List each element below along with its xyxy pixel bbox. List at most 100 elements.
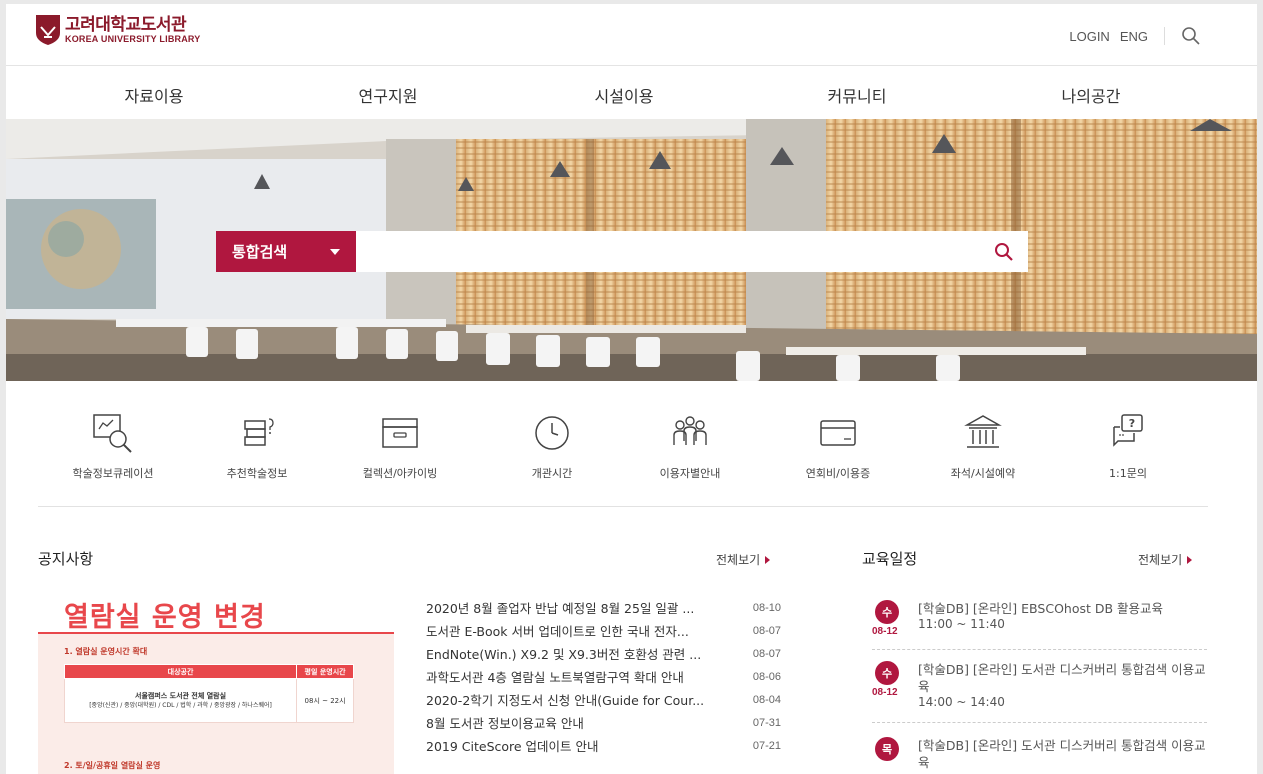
search-scope-dropdown[interactable]: 통합검색 (216, 231, 356, 272)
list-item[interactable]: 8월 도서관 정보이용교육 안내 07-31 (426, 711, 781, 734)
quick-inquiry-label: 1:1문의 (1109, 467, 1147, 480)
quick-inquiry[interactable]: ? 1:1문의 (1063, 411, 1193, 481)
search-input[interactable] (356, 231, 1028, 272)
language-link[interactable]: ENG (1120, 29, 1148, 44)
logo-english-text: KOREA UNIVERSITY LIBRARY (65, 33, 201, 44)
quick-hours[interactable]: 개관시간 (487, 411, 617, 481)
search-scope-label: 통합검색 (232, 243, 288, 261)
quick-user-guide[interactable]: 이용자별안내 (625, 411, 755, 481)
banner-place-cell: 서울캠퍼스 도서관 전체 열람실 [중앙(신관) / 중앙(대학원) / CDL… (63, 678, 298, 723)
day-badge: 목 (875, 737, 899, 761)
banner-col-hours: 평일 운영시간 (296, 664, 354, 679)
notice-title: EndNote(Win.) X9.2 및 X9.3버전 호환성 관련 ... (426, 647, 702, 662)
list-item[interactable]: 목 [학술DB] [온라인] 도서관 디스커버리 통합검색 이용교육 (872, 723, 1207, 774)
library-logo[interactable]: 고려대학교도서관 KOREA UNIVERSITY LIBRARY (36, 15, 200, 45)
banner-col-space: 대상공간 (63, 664, 298, 679)
triangle-right-icon (1187, 555, 1193, 564)
nav-item-facilities[interactable]: 시설이용 (595, 83, 654, 107)
list-item[interactable]: 도서관 E-Book 서버 업데이트로 인한 국내 전자... 08-07 (426, 619, 781, 642)
curation-icon (93, 414, 132, 453)
quick-reservation[interactable]: 좌석/시설예약 (918, 411, 1048, 481)
nav-item-research[interactable]: 연구지원 (359, 83, 418, 107)
list-item[interactable]: EndNote(Win.) X9.2 및 X9.3버전 호환성 관련 ... 08… (426, 642, 781, 665)
banner-place: 서울캠퍼스 도서관 전체 열람실 (135, 691, 227, 700)
event-time: 14:00 ~ 14:40 (918, 695, 1005, 709)
list-item[interactable]: 수 08-12 [학술DB] [온라인] 도서관 디스커버리 통합검색 이용교육… (872, 650, 1207, 723)
quick-recommended[interactable]: 추천학술정보 (192, 411, 322, 481)
list-item[interactable]: 2020-2학기 지정도서 신청 안내(Guide for Cour... 08-… (426, 688, 781, 711)
quick-menu: 학술정보큐레이션 추천학술정보 컬렉션/아카이빙 개관시간 이용자별안내 연회비… (6, 381, 1257, 506)
quick-membership-label: 연회비/이용증 (805, 467, 871, 480)
list-item[interactable]: 2019 CiteScore 업데이트 안내 07-21 (426, 734, 781, 757)
list-item[interactable]: 수 08-12 [학술DB] [온라인] EBSCOhost DB 활용교육 1… (872, 594, 1207, 650)
users-icon (673, 416, 707, 445)
quick-curation[interactable]: 학술정보큐레이션 (48, 411, 178, 481)
notice-date: 08-04 (752, 693, 781, 706)
quick-collection-label: 컬렉션/아카이빙 (362, 467, 438, 480)
banner-hours: 08시 ~ 22시 (296, 678, 354, 723)
notice-date: 08-07 (752, 647, 781, 660)
books-icon (244, 418, 274, 446)
quick-hours-label: 개관시간 (531, 467, 573, 480)
integrated-search-bar: 통합검색 (216, 231, 1028, 272)
page: 고려대학교도서관 KOREA UNIVERSITY LIBRARY LOGIN … (6, 4, 1257, 774)
notice-title: 2020-2학기 지정도서 신청 안내(Guide for Cour... (426, 693, 705, 708)
search-icon[interactable] (1181, 26, 1201, 46)
quick-collection[interactable]: 컬렉션/아카이빙 (335, 411, 465, 481)
search-icon[interactable] (994, 242, 1014, 262)
notice-title: 2019 CiteScore 업데이트 안내 (426, 739, 599, 754)
building-icon (964, 415, 1002, 448)
login-link[interactable]: LOGIN (1069, 29, 1109, 44)
divider (38, 506, 1208, 507)
header: 고려대학교도서관 KOREA UNIVERSITY LIBRARY LOGIN … (6, 4, 1257, 66)
education-list: 수 08-12 [학술DB] [온라인] EBSCOhost DB 활용교육 1… (872, 594, 1207, 774)
nav-item-resources[interactable]: 자료이용 (125, 83, 184, 107)
banner-place-detail: [중앙(신관) / 중앙(대학원) / CDL / 법학 / 과학 / 중앙광장… (89, 701, 272, 709)
banner-section-1: 1. 열람실 운영시간 확대 (64, 647, 148, 656)
banner-table: 대상공간 평일 운영시간 서울캠퍼스 도서관 전체 열람실 [중앙(신관) / … (63, 664, 354, 723)
education-more-link[interactable]: 전체보기 (1138, 551, 1193, 568)
quick-membership[interactable]: 연회비/이용증 (773, 411, 903, 481)
notice-date: 07-21 (752, 739, 781, 752)
notices-title: 공지사항 (38, 550, 94, 568)
nav-item-community[interactable]: 커뮤니티 (828, 83, 887, 107)
nav-item-my-space[interactable]: 나의공간 (1062, 83, 1121, 107)
notice-list: 2020년 8월 졸업자 반납 예정일 8월 25일 일괄 ... 08-10 도… (426, 596, 781, 757)
notice-date: 07-31 (752, 716, 781, 729)
list-item[interactable]: 과학도서관 4층 열람실 노트북열람구역 확대 안내 08-06 (426, 665, 781, 688)
crest-icon (36, 15, 60, 45)
day-badge: 수 (875, 600, 899, 624)
notice-date: 08-10 (752, 601, 781, 614)
event-title: [학술DB] [온라인] EBSCOhost DB 활용교육 (918, 601, 1164, 616)
event-date: 08-12 (872, 626, 898, 637)
event-date: 08-12 (872, 687, 898, 698)
notice-title: 8월 도서관 정보이용교육 안내 (426, 716, 584, 731)
divider (1164, 27, 1165, 45)
notices-more-link[interactable]: 전체보기 (716, 551, 771, 568)
notices-more-label: 전체보기 (716, 553, 761, 567)
main-nav: 자료이용 연구지원 시설이용 커뮤니티 나의공간 (6, 66, 1257, 119)
card-icon (820, 420, 856, 446)
notice-title: 2020년 8월 졸업자 반납 예정일 8월 25일 일괄 ... (426, 601, 695, 616)
quick-reservation-label: 좌석/시설예약 (950, 467, 1016, 480)
education-title: 교육일정 (862, 550, 918, 568)
notice-banner-image[interactable]: 열람실 운영 변경 1. 열람실 운영시간 확대 대상공간 평일 운영시간 서울… (38, 592, 394, 774)
list-item[interactable]: 2020년 8월 졸업자 반납 예정일 8월 25일 일괄 ... 08-10 (426, 596, 781, 619)
question-bubble-icon: ? (1113, 414, 1143, 447)
notice-date: 08-06 (752, 670, 781, 683)
event-time: 11:00 ~ 11:40 (918, 617, 1005, 631)
quick-curation-label: 학술정보큐레이션 (72, 467, 154, 480)
event-title: [학술DB] [온라인] 도서관 디스커버리 통합검색 이용교육 (918, 662, 1206, 694)
education-more-label: 전체보기 (1138, 553, 1183, 567)
svg-text:?: ? (1129, 417, 1135, 430)
banner-body: 1. 열람실 운영시간 확대 대상공간 평일 운영시간 서울캠퍼스 도서관 전체… (38, 634, 394, 774)
triangle-right-icon (765, 555, 771, 564)
utility-menu: LOGIN ENG (1069, 26, 1201, 46)
logo-korean-text: 고려대학교도서관 (65, 14, 187, 35)
hero-banner: 통합검색 (6, 119, 1257, 381)
day-badge: 수 (875, 661, 899, 685)
notice-title: 과학도서관 4층 열람실 노트북열람구역 확대 안내 (426, 670, 684, 685)
quick-recommended-label: 추천학술정보 (226, 467, 288, 480)
banner-section-2: 2. 토/일/공휴일 열람실 운영 (64, 761, 161, 770)
quick-user-guide-label: 이용자별안내 (659, 467, 721, 480)
